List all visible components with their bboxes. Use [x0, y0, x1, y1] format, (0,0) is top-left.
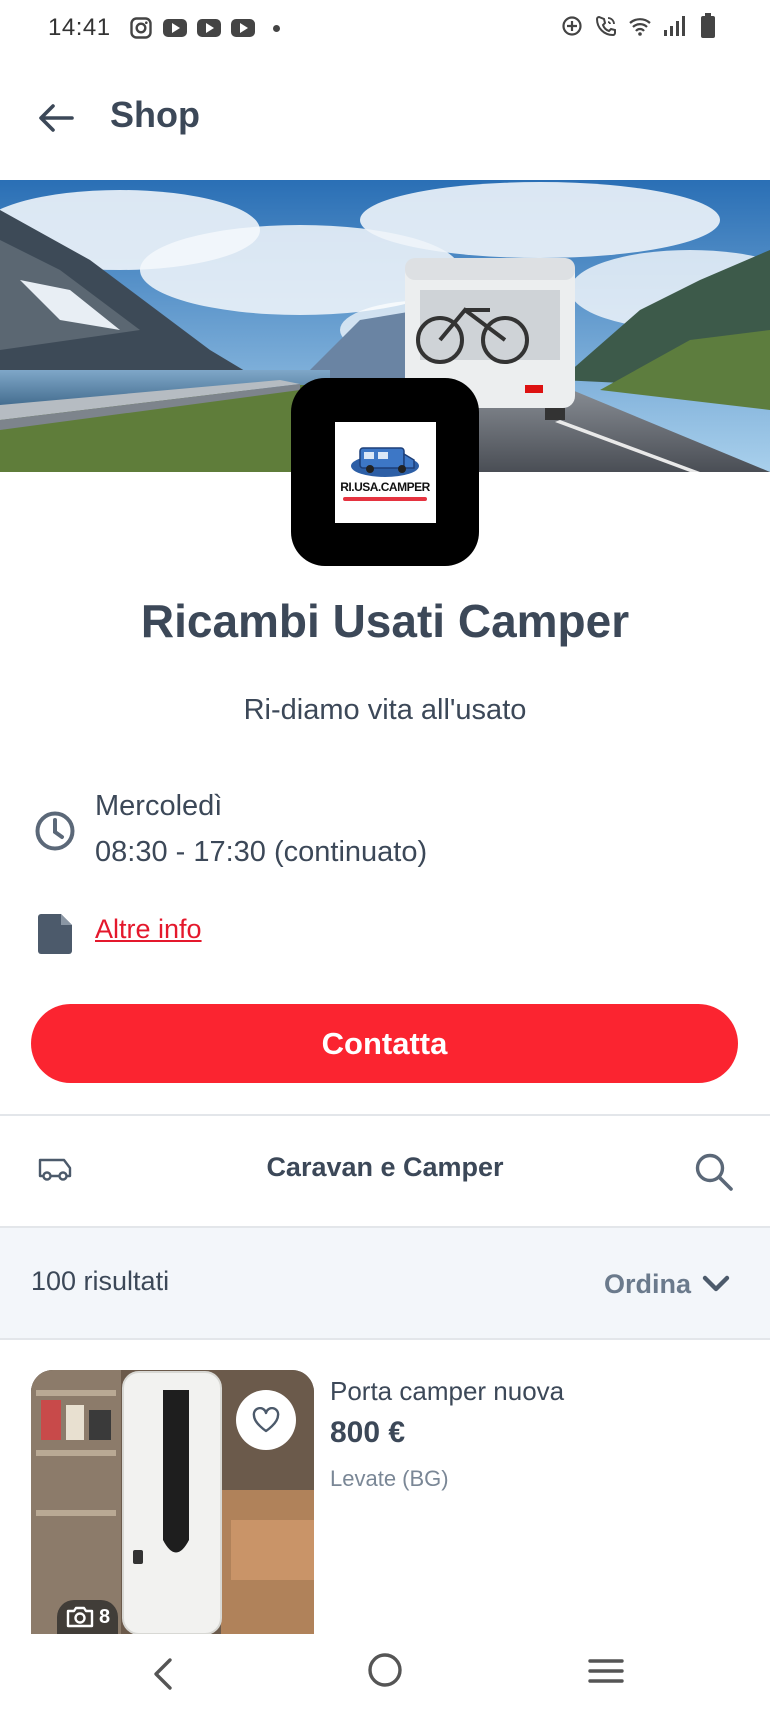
hours-time: 08:30 - 17:30 (continuato) [95, 836, 428, 868]
photo-count: 8 [99, 1605, 111, 1628]
search-icon[interactable] [694, 1152, 734, 1192]
system-recents-icon [588, 1659, 624, 1683]
favorite-button[interactable] [236, 1390, 296, 1450]
data-saver-icon [560, 14, 584, 38]
camera-icon [66, 1606, 94, 1628]
status-left-icons [129, 16, 289, 40]
shop-logo-image: RI.USA.CAMPER [334, 421, 436, 523]
wifi-calling-icon [594, 14, 618, 38]
system-nav-bar [0, 1634, 770, 1717]
hours-day: Mercoledì [95, 790, 223, 822]
system-back-icon [154, 1658, 172, 1690]
category-label[interactable]: Caravan e Camper [0, 1152, 770, 1183]
back-button[interactable] [36, 100, 76, 136]
status-right-icons [560, 13, 720, 38]
category-bar: Caravan e Camper [0, 1116, 770, 1226]
shop-name: Ricambi Usati Camper [140, 595, 630, 647]
instagram-icon [129, 16, 153, 40]
sort-label: Ordina [604, 1268, 692, 1299]
chevron-down-icon [702, 1275, 730, 1292]
shop-logo: RI.USA.CAMPER [291, 378, 479, 566]
more-info-row: Altre info [38, 912, 438, 956]
signal-icon [662, 14, 686, 38]
results-bar: 100 risultati Ordina [0, 1226, 770, 1340]
shop-tagline: Ri-diamo vita all'usato [243, 694, 527, 726]
system-home-icon [368, 1653, 402, 1687]
listing-image[interactable]: 8 [31, 1370, 314, 1634]
status-time: 14:41 [48, 14, 111, 41]
system-back-button[interactable] [148, 1654, 178, 1694]
listing-title[interactable]: Porta camper nuova [330, 1376, 564, 1407]
page-title: Shop [110, 94, 200, 135]
listing-location: Levate (BG) [330, 1466, 449, 1491]
more-info-link[interactable]: Altre info [95, 914, 202, 945]
system-recents-button[interactable] [588, 1656, 624, 1686]
logo-stripe [343, 496, 427, 501]
camper-logo-icon [351, 446, 419, 477]
arrow-left-icon [39, 104, 74, 132]
photo-count-badge: 8 [57, 1600, 119, 1634]
document-icon [38, 914, 72, 954]
listing-price: 800 € [330, 1416, 406, 1449]
battery-icon [696, 13, 720, 38]
top-app-bar: Shop [0, 60, 770, 176]
youtube-icon [162, 16, 187, 40]
status-bar: 14:41 [0, 0, 770, 56]
youtube-icon [196, 16, 221, 40]
contact-button[interactable]: Contatta [31, 1004, 738, 1083]
youtube-icon [230, 16, 255, 40]
wifi-icon [628, 14, 652, 38]
shop-logo-text: RI.USA.CAMPER [340, 479, 430, 494]
heart-icon [252, 1407, 280, 1433]
sort-button[interactable]: Ordina [604, 1264, 731, 1304]
listing-item[interactable]: 8 Porta camper nuova 800 € Levate (BG) [31, 1370, 741, 1634]
results-count: 100 risultati [31, 1266, 170, 1296]
notification-dot-icon [265, 16, 289, 40]
clock-icon [34, 810, 76, 852]
system-home-button[interactable] [367, 1652, 403, 1688]
